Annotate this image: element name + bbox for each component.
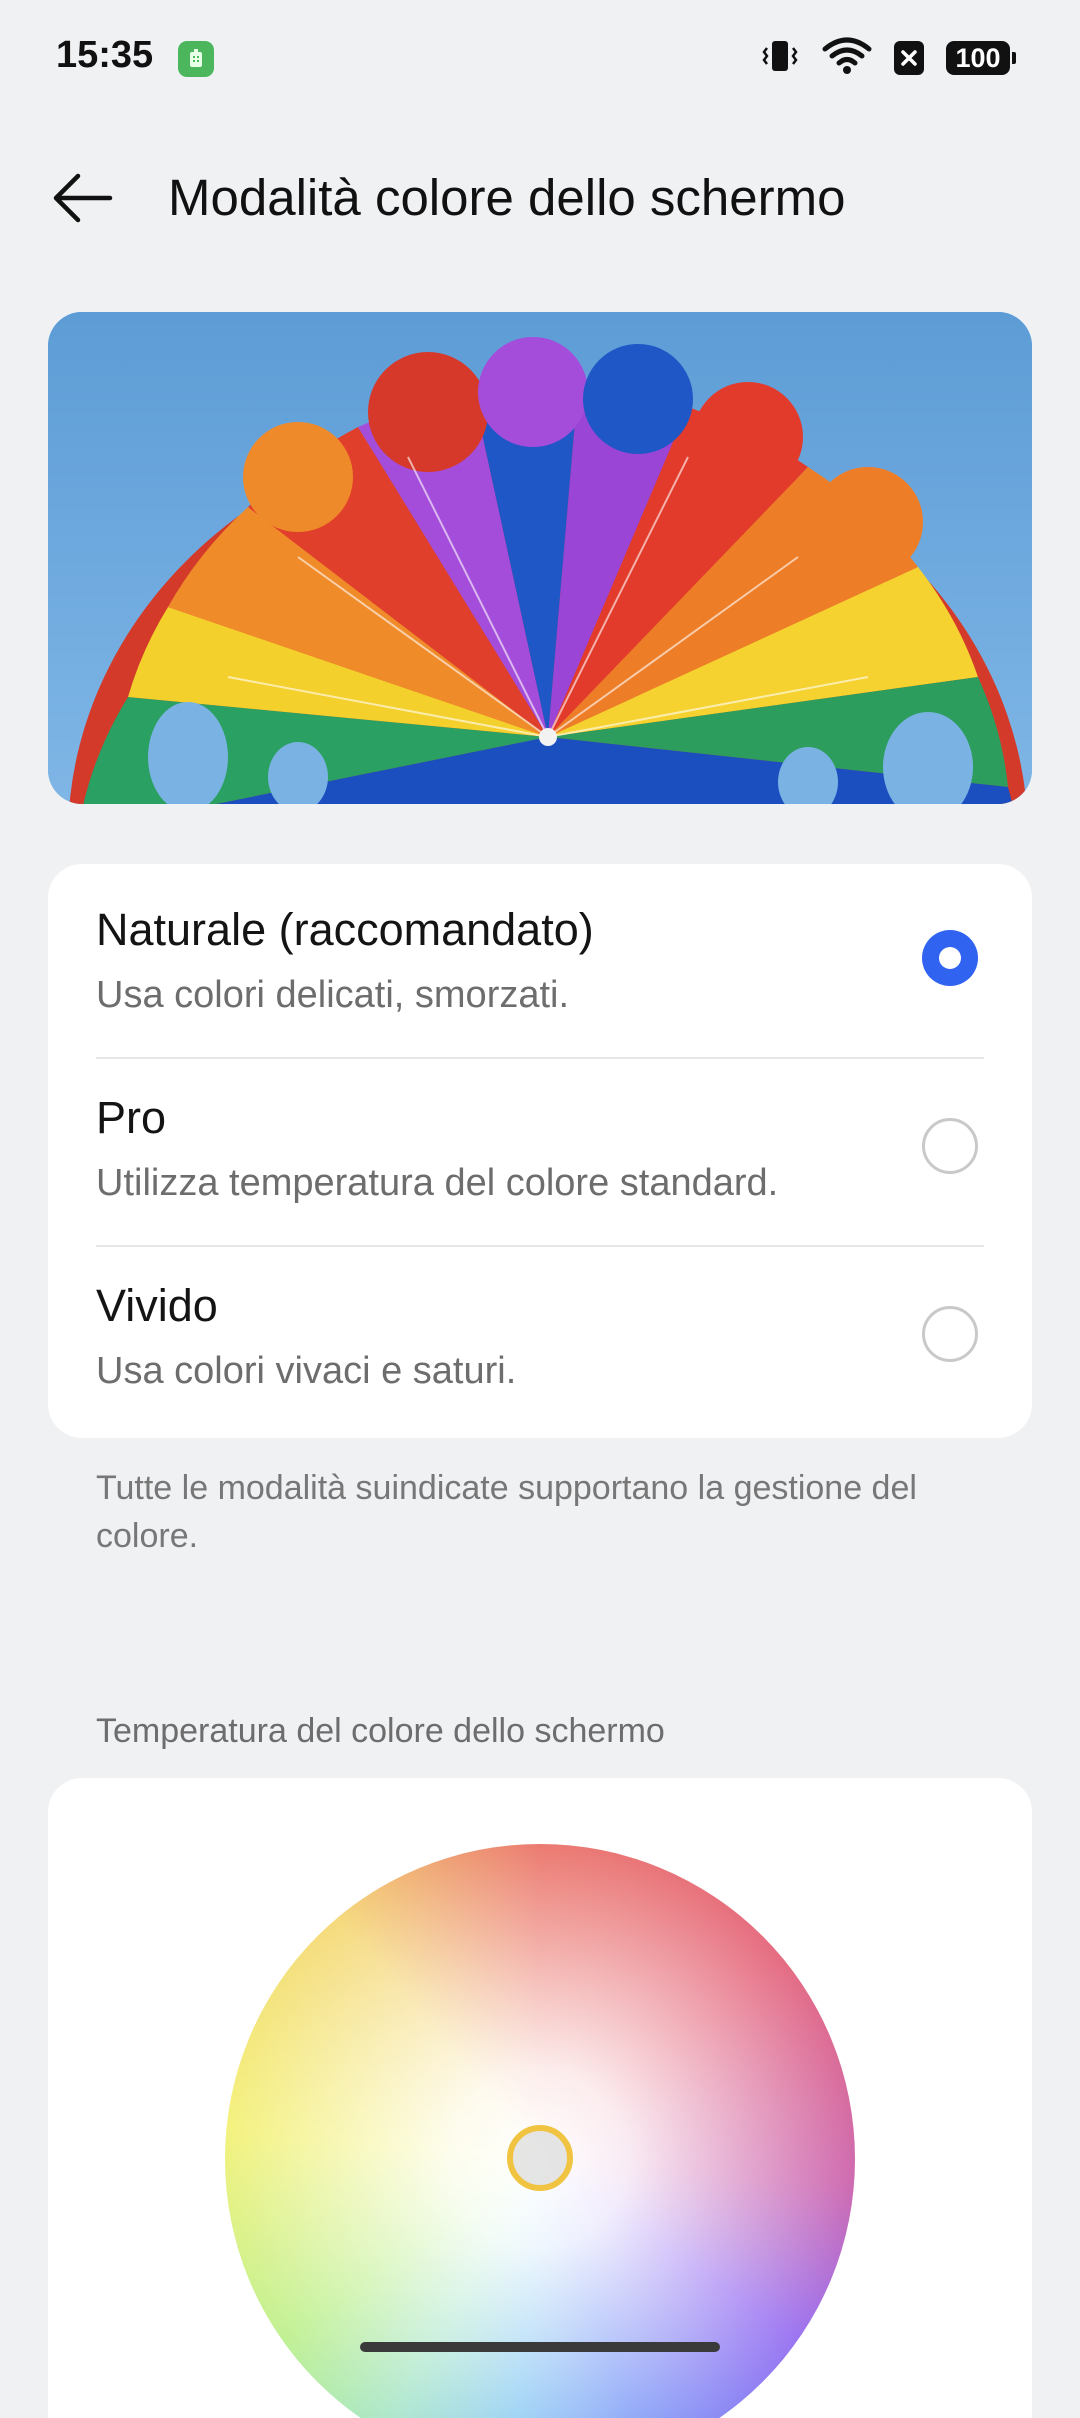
app-notification-icon [178,41,214,77]
home-indicator[interactable] [360,2342,720,2352]
status-time: 15:35 [56,34,154,76]
no-sim-icon [894,41,924,75]
option-description: Usa colori delicati, smorzati. [96,974,570,1016]
color-management-note: Tutte le modalità suindicate supportano … [96,1469,917,1555]
option-description: Usa colori vivaci e saturi. [96,1350,517,1392]
option-title: Naturale (raccomandato) [96,904,594,955]
color-wheel-handle[interactable] [507,2125,573,2191]
status-bar: 15:35 100 [0,0,1080,120]
vibrate-icon [760,36,800,81]
temperature-section-title: Temperatura del colore dello schermo [96,1712,665,1750]
wifi-icon [822,37,872,80]
back-arrow-icon [50,172,114,229]
option-vivido[interactable]: Vivido Usa colori vivaci e saturi. [48,1240,1032,1428]
radio-vivido[interactable] [922,1306,978,1362]
color-temperature-card [48,1778,1032,2418]
header: Modalità colore dello schermo [0,150,1080,250]
battery-icon: 100 [946,41,1016,75]
radio-pro[interactable] [922,1118,978,1174]
preview-image [48,312,1032,804]
battery-level: 100 [955,43,1001,73]
option-description: Utilizza temperatura del colore standard… [96,1162,779,1204]
option-pro[interactable]: Pro Utilizza temperatura del colore stan… [48,1052,1032,1240]
option-title: Pro [96,1092,167,1143]
color-mode-options: Naturale (raccomandato) Usa colori delic… [48,864,1032,1438]
option-naturale[interactable]: Naturale (raccomandato) Usa colori delic… [48,864,1032,1052]
back-button[interactable] [46,164,118,236]
radio-naturale[interactable] [922,930,978,986]
status-icons: 100 [760,36,1016,81]
page-title: Modalità colore dello schermo [168,169,846,226]
option-title: Vivido [96,1280,218,1331]
